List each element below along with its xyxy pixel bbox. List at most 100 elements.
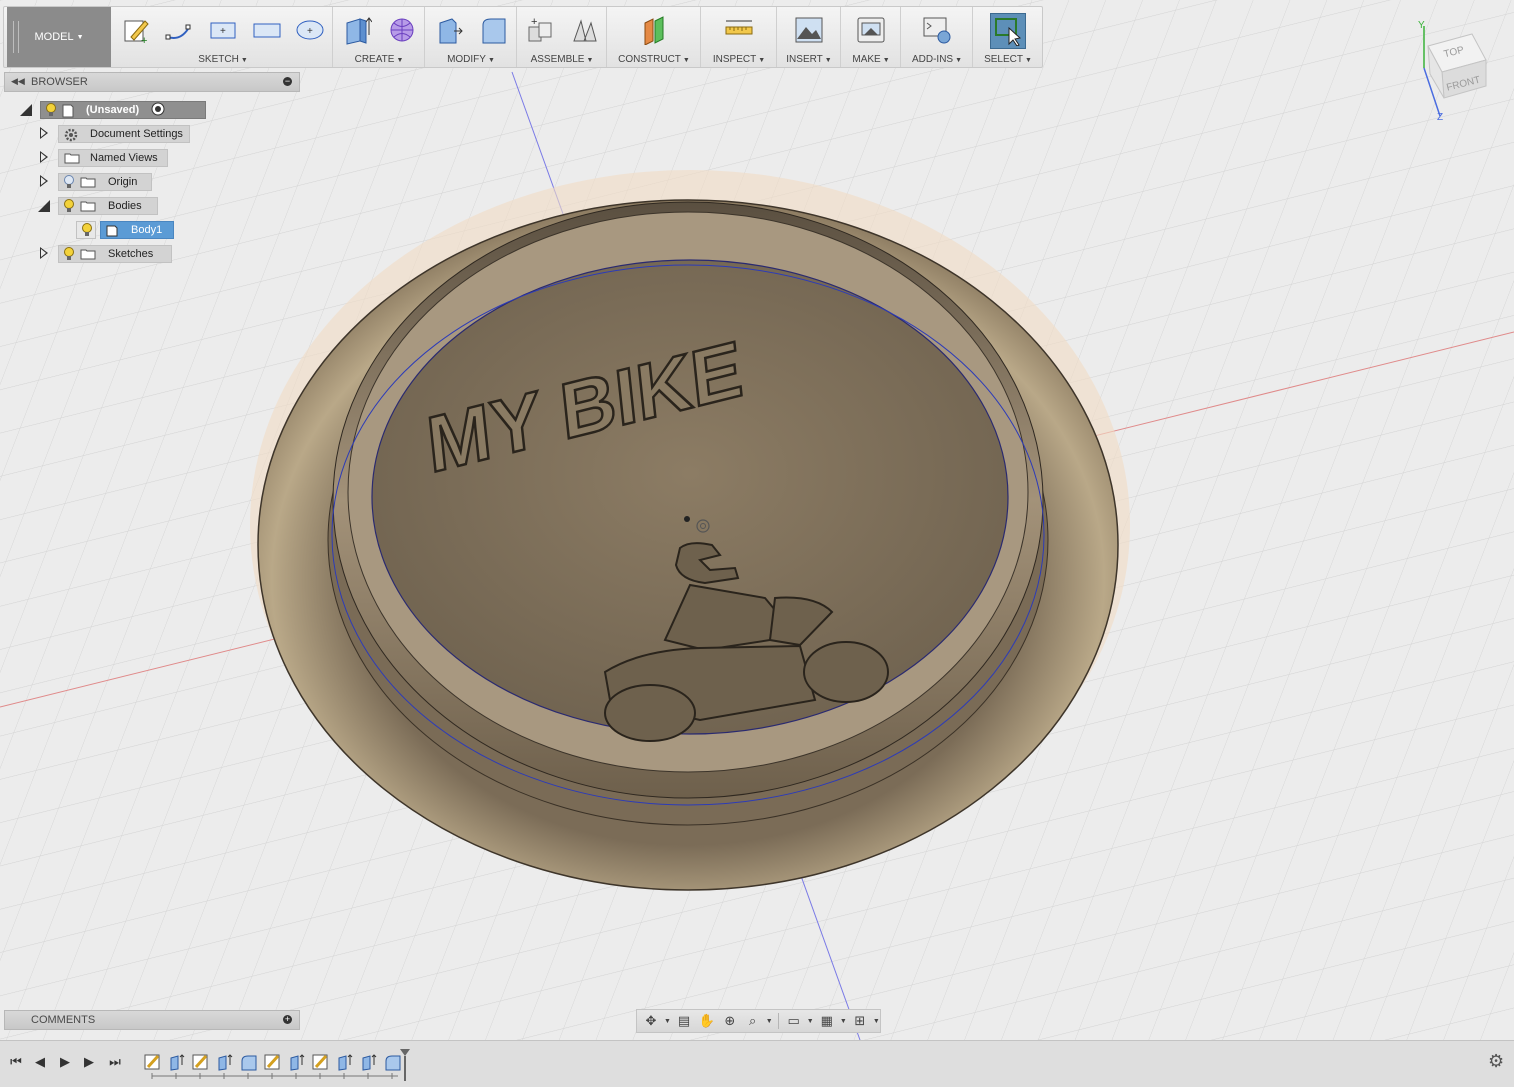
go-to-start-icon[interactable]: ⏮ bbox=[7, 1053, 25, 1071]
select-icon[interactable] bbox=[990, 13, 1026, 49]
lightbulb-icon[interactable] bbox=[62, 199, 76, 213]
timeline-sketch-icon[interactable] bbox=[192, 1053, 210, 1071]
offset-plane-icon[interactable] bbox=[637, 13, 671, 47]
model-scene[interactable]: MY BIKE bbox=[0, 0, 1514, 1040]
group-label[interactable]: MODIFY ▼ bbox=[426, 54, 516, 65]
toolbar-group-assemble[interactable]: + ASSEMBLE ▼ bbox=[518, 7, 607, 67]
group-label[interactable]: SKETCH ▼ bbox=[114, 54, 332, 65]
folder-icon bbox=[80, 176, 96, 188]
timeline-sketch-icon[interactable] bbox=[144, 1053, 162, 1071]
line-icon[interactable] bbox=[162, 13, 196, 47]
insert-image-icon[interactable] bbox=[792, 13, 826, 47]
comments-panel[interactable]: COMMENTS + bbox=[4, 1010, 300, 1030]
scripts-icon[interactable] bbox=[920, 13, 954, 47]
joint-icon[interactable] bbox=[567, 13, 601, 47]
collapse-panel-icon[interactable]: ◀◀ bbox=[11, 76, 25, 87]
play-icon[interactable]: ▶ bbox=[56, 1053, 74, 1071]
tree-item[interactable]: Bodies bbox=[58, 197, 158, 215]
group-label[interactable]: CONSTRUCT ▼ bbox=[608, 54, 700, 65]
grid-settings-icon[interactable]: ▦ bbox=[817, 1012, 837, 1030]
timeline-sketch-icon[interactable] bbox=[312, 1053, 330, 1071]
tree-item[interactable]: Document Settings bbox=[58, 125, 190, 143]
toolbar-group-insert[interactable]: INSERT ▼ bbox=[778, 7, 841, 67]
look-at-icon[interactable]: ▤ bbox=[674, 1012, 694, 1030]
toolbar-group-add-ins[interactable]: ADD-INS ▼ bbox=[902, 7, 973, 67]
toolbar-group-inspect[interactable]: INSPECT ▼ bbox=[702, 7, 777, 67]
chevron-down-icon[interactable]: ▼ bbox=[664, 1012, 671, 1030]
root-item[interactable]: (Unsaved) bbox=[40, 101, 206, 119]
toolbar-group-make[interactable]: MAKE ▼ bbox=[842, 7, 901, 67]
group-label[interactable]: MAKE ▼ bbox=[842, 54, 900, 65]
group-label[interactable]: ASSEMBLE ▼ bbox=[518, 54, 606, 65]
new-component-icon[interactable]: + bbox=[523, 13, 557, 47]
chevron-down-icon[interactable]: ▼ bbox=[873, 1012, 880, 1030]
expand-toggle-icon[interactable] bbox=[40, 151, 48, 163]
display-settings-icon[interactable]: ▭ bbox=[784, 1012, 804, 1030]
create-sketch-icon[interactable]: + bbox=[119, 13, 153, 47]
step-back-icon[interactable]: ◀ bbox=[31, 1053, 49, 1071]
viewports-icon[interactable]: ⊞ bbox=[850, 1012, 870, 1030]
axis-z-label: Z bbox=[1437, 112, 1443, 120]
measure-icon[interactable] bbox=[722, 13, 756, 47]
expand-toggle-icon[interactable] bbox=[20, 104, 32, 116]
tree-item[interactable]: Origin bbox=[58, 173, 152, 191]
expand-toggle-icon[interactable] bbox=[40, 127, 48, 139]
timeline-extrude-icon[interactable] bbox=[216, 1053, 234, 1071]
lightbulb-off-icon[interactable] bbox=[62, 175, 76, 189]
extrude-icon[interactable] bbox=[340, 13, 374, 47]
tree-label: Bodies bbox=[108, 200, 142, 212]
pan-icon[interactable]: ✋ bbox=[697, 1012, 717, 1030]
circle-icon[interactable]: + bbox=[293, 13, 327, 47]
tree-item[interactable]: Named Views bbox=[58, 149, 168, 167]
step-forward-icon[interactable]: ▶ bbox=[80, 1053, 98, 1071]
activate-radio-icon[interactable] bbox=[151, 102, 165, 119]
lightbulb-icon[interactable] bbox=[62, 247, 76, 261]
minimize-icon[interactable]: − bbox=[283, 77, 292, 86]
timeline-fillet-icon[interactable] bbox=[240, 1053, 258, 1071]
timeline-marker[interactable] bbox=[398, 1047, 412, 1081]
tree-item[interactable]: Sketches bbox=[58, 245, 172, 263]
group-label[interactable]: SELECT ▼ bbox=[974, 54, 1042, 65]
toolbar-group-sketch[interactable]: + + + SKETCH ▼ bbox=[114, 7, 333, 67]
go-to-end-icon[interactable]: ⏭ bbox=[106, 1053, 124, 1071]
form-icon[interactable] bbox=[385, 13, 419, 47]
tree-item-selected[interactable]: Body1 bbox=[100, 221, 174, 239]
toolbar-group-modify[interactable]: MODIFY ▼ bbox=[426, 7, 517, 67]
group-label[interactable]: CREATE ▼ bbox=[334, 54, 424, 65]
fillet-icon[interactable] bbox=[477, 13, 511, 47]
lightbulb-icon[interactable] bbox=[44, 103, 58, 117]
toolbar-group-create[interactable]: CREATE ▼ bbox=[334, 7, 425, 67]
slot-icon[interactable] bbox=[250, 13, 284, 47]
orbit-icon[interactable]: ✥ bbox=[641, 1012, 661, 1030]
group-label[interactable]: INSERT ▼ bbox=[778, 54, 840, 65]
canvas-viewport[interactable]: MY BIKE Y Z TOP FRONT bbox=[0, 0, 1514, 1040]
expand-toggle-icon[interactable] bbox=[40, 247, 48, 259]
press-pull-icon[interactable] bbox=[432, 13, 466, 47]
group-label[interactable]: INSPECT ▼ bbox=[702, 54, 776, 65]
expand-toggle-icon[interactable] bbox=[40, 175, 48, 187]
view-cube[interactable]: Y Z TOP FRONT bbox=[1410, 20, 1500, 120]
chevron-down-icon[interactable]: ▼ bbox=[840, 1012, 847, 1030]
chevron-down-icon[interactable]: ▼ bbox=[766, 1012, 773, 1030]
toolbar-group-construct[interactable]: CONSTRUCT ▼ bbox=[608, 7, 701, 67]
expand-toggle-icon[interactable] bbox=[38, 200, 50, 212]
chevron-down-icon[interactable]: ▼ bbox=[807, 1012, 814, 1030]
timeline-extrude-icon[interactable] bbox=[168, 1053, 186, 1071]
timeline-extrude-icon[interactable] bbox=[288, 1053, 306, 1071]
timeline-settings-gear-icon[interactable]: ⚙ bbox=[1488, 1051, 1508, 1071]
workspace-switcher[interactable]: MODEL ▼ bbox=[7, 7, 111, 67]
zoom-window-icon[interactable]: ⊕ bbox=[720, 1012, 740, 1030]
origin-point bbox=[684, 516, 690, 522]
timeline-sketch-icon[interactable] bbox=[264, 1053, 282, 1071]
zoom-icon[interactable]: ⌕ bbox=[743, 1012, 763, 1030]
lightbulb-icon[interactable] bbox=[80, 223, 94, 237]
toolbar-group-select[interactable]: SELECT ▼ bbox=[974, 7, 1042, 67]
add-comment-icon[interactable]: + bbox=[283, 1015, 292, 1024]
body-visibility[interactable] bbox=[76, 221, 96, 239]
timeline-extrude-icon[interactable] bbox=[360, 1053, 378, 1071]
rectangle-icon[interactable]: + bbox=[206, 13, 240, 47]
browser-header[interactable]: ◀◀ BROWSER − bbox=[4, 72, 300, 92]
group-label[interactable]: ADD-INS ▼ bbox=[902, 54, 972, 65]
timeline-extrude-icon[interactable] bbox=[336, 1053, 354, 1071]
3d-print-icon[interactable] bbox=[854, 13, 888, 47]
